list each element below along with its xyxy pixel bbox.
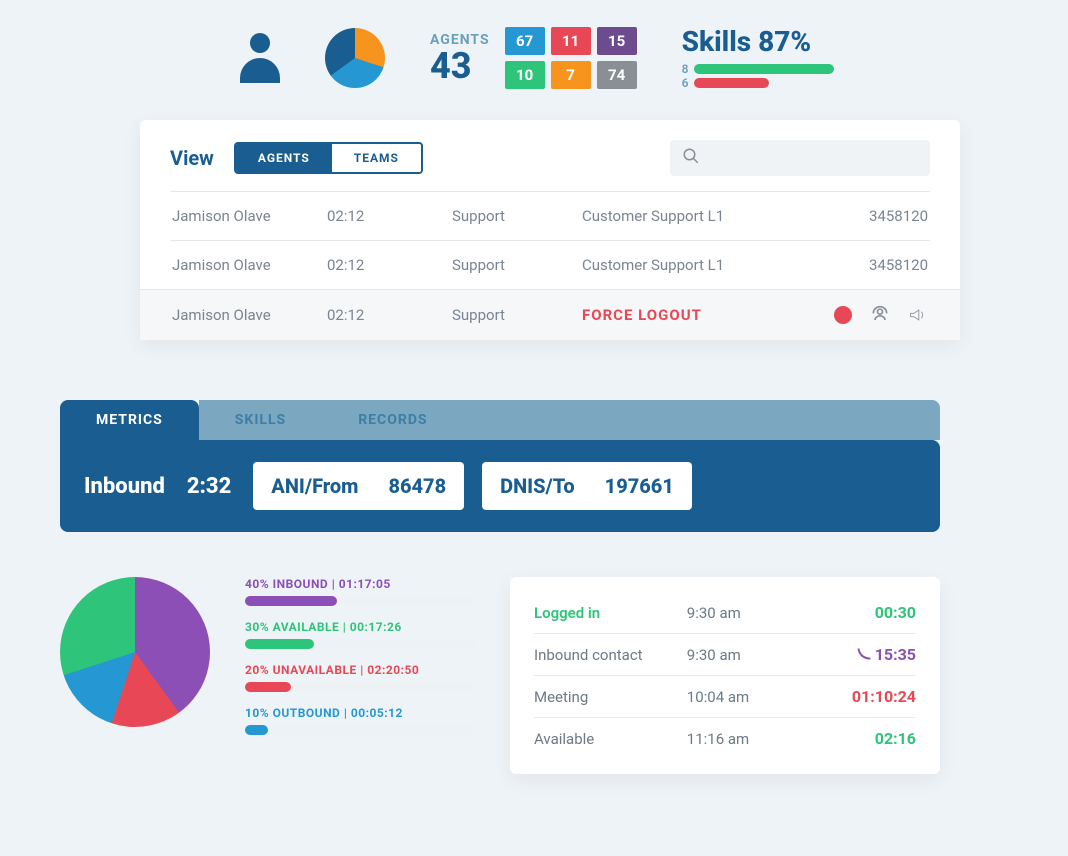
agent-icon[interactable] xyxy=(870,305,890,325)
pill-label: ANI/From xyxy=(271,474,358,498)
legend-text: 30% AVAILABLE | 00:17:26 xyxy=(245,620,475,634)
agents-table: Jamison Olave02:12SupportCustomer Suppor… xyxy=(170,191,930,340)
cell-time: 02:12 xyxy=(327,256,452,274)
status-badge: 74 xyxy=(597,61,637,89)
legend-text: 20% UNAVAILABLE | 02:20:50 xyxy=(245,663,475,677)
status-badge: 11 xyxy=(551,27,591,55)
table-row[interactable]: Jamison Olave02:12SupportCustomer Suppor… xyxy=(170,240,930,289)
tab-records[interactable]: RECORDS xyxy=(322,400,940,440)
cell-dept: Support xyxy=(452,306,582,324)
status-badge: 15 xyxy=(597,27,637,55)
table-row[interactable]: Jamison Olave02:12SupportCustomer Suppor… xyxy=(170,191,930,240)
status-badge-grid: 671115 10774 xyxy=(505,27,637,89)
activity-row: Logged in9:30 am00:30 xyxy=(534,592,916,634)
tab-metrics[interactable]: METRICS xyxy=(60,400,199,440)
agents-block: AGENTS 43 67111510774 xyxy=(430,27,637,89)
metric-pill: DNIS/To 197661 xyxy=(482,462,692,510)
activity-label: Logged in xyxy=(534,604,687,622)
activity-label: Inbound contact xyxy=(534,646,687,664)
legend-item: 30% AVAILABLE | 00:17:26 xyxy=(245,620,475,649)
skill-bar xyxy=(694,64,834,74)
pill-label: DNIS/To xyxy=(500,474,575,498)
pie-legend: 40% INBOUND | 01:17:05 30% AVAILABLE | 00… xyxy=(245,577,475,774)
status-badge: 7 xyxy=(551,61,591,89)
activity-duration: 00:30 xyxy=(814,603,916,622)
cell-id: 3458120 xyxy=(838,207,928,225)
legend-text: 40% INBOUND | 01:17:05 xyxy=(245,577,475,591)
cell-time: 02:12 xyxy=(327,306,452,324)
search-input[interactable] xyxy=(670,140,930,176)
cell-name: Jamison Olave xyxy=(172,207,327,225)
agents-count: 43 xyxy=(430,48,490,84)
activity-label: Available xyxy=(534,730,687,748)
view-title: View xyxy=(170,146,214,170)
mini-pie-chart xyxy=(325,28,385,88)
inbound-label: Inbound xyxy=(84,474,165,499)
activity-log-card: Logged in9:30 am00:30Inbound contact9:30… xyxy=(510,577,940,774)
tab-agents[interactable]: AGENTS xyxy=(236,144,332,172)
skill-bar-value: 6 xyxy=(682,76,689,90)
activity-time: 10:04 am xyxy=(687,688,814,706)
activity-duration: 02:16 xyxy=(814,729,916,748)
broadcast-icon[interactable] xyxy=(908,305,928,325)
metric-pill: ANI/From 86478 xyxy=(253,462,464,510)
cell-id: 3458120 xyxy=(838,256,928,274)
activity-row: Inbound contact9:30 am15:35 xyxy=(534,634,916,676)
skills-title: Skills 87% xyxy=(682,25,835,58)
activity-time: 9:30 am xyxy=(687,646,814,664)
cell-dept: Support xyxy=(452,256,582,274)
view-segmented-control: AGENTS TEAMS xyxy=(234,142,423,174)
skill-bar-value: 8 xyxy=(682,62,689,76)
cell-group: Customer Support L1 xyxy=(582,256,838,274)
pill-value: 197661 xyxy=(605,474,674,498)
cell-dept: Support xyxy=(452,207,582,225)
legend-item: 20% UNAVAILABLE | 02:20:50 xyxy=(245,663,475,692)
activity-duration: 15:35 xyxy=(814,645,916,664)
legend-text: 10% OUTBOUND | 00:05:12 xyxy=(245,706,475,720)
pill-value: 86478 xyxy=(388,474,446,498)
cell-time: 02:12 xyxy=(327,207,452,225)
phone-icon xyxy=(857,647,870,660)
activity-label: Meeting xyxy=(534,688,687,706)
activity-row: Available11:16 am02:16 xyxy=(534,718,916,759)
metrics-panel: METRICS SKILLS RECORDS Inbound 2:32 ANI/… xyxy=(60,400,940,532)
legend-bar xyxy=(245,639,314,649)
legend-bar xyxy=(245,682,291,692)
agents-view-card: View AGENTS TEAMS Jamison Olave02:12Supp… xyxy=(140,120,960,340)
legend-item: 10% OUTBOUND | 00:05:12 xyxy=(245,706,475,735)
skill-bar xyxy=(694,78,769,88)
tab-teams[interactable]: TEAMS xyxy=(332,144,421,172)
skills-block: Skills 87% 86 xyxy=(682,25,835,90)
search-icon xyxy=(682,147,700,169)
status-badge: 67 xyxy=(505,27,545,55)
legend-bar xyxy=(245,596,337,606)
activity-row: Meeting10:04 am01:10:24 xyxy=(534,676,916,718)
activity-time: 11:16 am xyxy=(687,730,814,748)
top-summary-bar: AGENTS 43 67111510774 Skills 87% 86 xyxy=(40,20,1028,120)
cell-name: Jamison Olave xyxy=(172,306,327,324)
distribution-pie-chart xyxy=(60,577,210,727)
inbound-time: 2:32 xyxy=(187,474,231,499)
activity-duration: 01:10:24 xyxy=(814,687,916,706)
force-logout-button[interactable]: FORCE LOGOUT xyxy=(582,306,702,324)
status-badge: 10 xyxy=(505,61,545,89)
legend-bar xyxy=(245,725,268,735)
record-icon[interactable] xyxy=(834,306,852,324)
legend-item: 40% INBOUND | 01:17:05 xyxy=(245,577,475,606)
person-icon xyxy=(240,33,280,83)
tab-skills[interactable]: SKILLS xyxy=(199,400,322,440)
cell-group: Customer Support L1 xyxy=(582,207,838,225)
table-row[interactable]: Jamison Olave02:12SupportFORCE LOGOUT xyxy=(140,289,960,340)
activity-time: 9:30 am xyxy=(687,604,814,622)
cell-name: Jamison Olave xyxy=(172,256,327,274)
